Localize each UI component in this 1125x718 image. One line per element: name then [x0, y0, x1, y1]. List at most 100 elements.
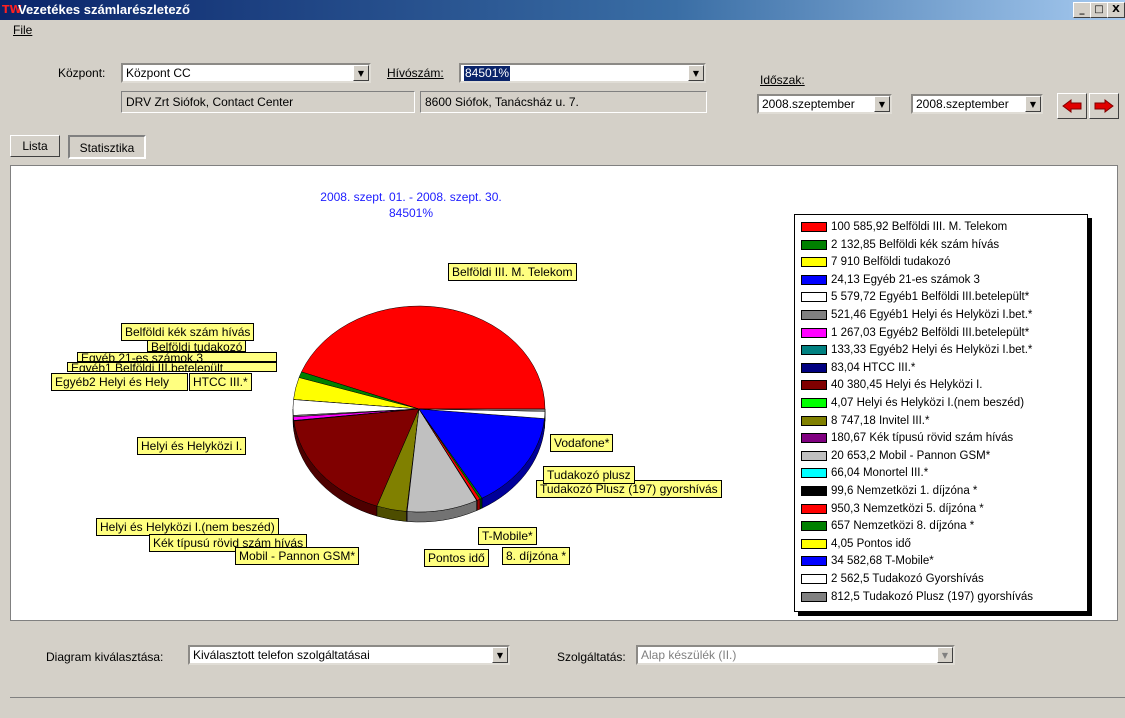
legend-label: 20 653,2 Mobil - Pannon GSM*	[831, 448, 990, 465]
legend-swatch	[801, 574, 827, 584]
legend-label: 133,33 Egyéb2 Helyi és Helyközi I.bet.*	[831, 342, 1032, 359]
company-value: DRV Zrt Siófok, Contact Center	[126, 95, 293, 109]
legend-label: 83,04 HTCC III.*	[831, 360, 915, 377]
diagram-label: Diagram kiválasztása:	[46, 649, 163, 665]
legend-label: 40 380,45 Helyi és Helyközi I.	[831, 377, 983, 394]
pie-chart	[11, 166, 791, 620]
callout-label: Egyéb 21-es számok 3	[77, 352, 277, 362]
callout-label: Vodafone*	[550, 434, 613, 452]
legend-swatch	[801, 257, 827, 267]
legend-swatch	[801, 292, 827, 302]
legend-swatch	[801, 521, 827, 531]
pie-slice-side	[480, 498, 482, 509]
legend-label: 34 582,68 T-Mobile*	[831, 553, 934, 570]
menu-file[interactable]: File	[13, 22, 32, 38]
legend-label: 812,5 Tudakozó Plusz (197) gyorshívás	[831, 589, 1033, 606]
legend-swatch	[801, 328, 827, 338]
legend-label: 521,46 Egyéb1 Helyi és Helyközi I.bet.*	[831, 307, 1032, 324]
callout-label: Belföldi III. M. Telekom	[448, 263, 577, 281]
chevron-down-icon[interactable]: ▼	[874, 96, 890, 112]
legend-label: 5 579,72 Egyéb1 Belföldi III.betelepült*	[831, 289, 1029, 306]
callout-label: Helyi és Helyközi I.	[137, 437, 246, 455]
legend-swatch	[801, 222, 827, 232]
menu-bar: File	[0, 20, 1125, 40]
arrow-right-icon	[1093, 98, 1115, 114]
chevron-down-icon[interactable]: ▼	[1025, 96, 1041, 112]
legend-swatch	[801, 380, 827, 390]
legend-swatch	[801, 398, 827, 408]
address-value: 8600 Siófok, Tanácsház u. 7.	[425, 95, 579, 109]
legend-label: 2 562,5 Tudakozó Gyorshívás	[831, 571, 984, 588]
period-from-select[interactable]: 2008.szeptember ▼	[757, 94, 892, 114]
callout-label: Tudakozó plusz	[543, 466, 635, 484]
legend-label: 2 132,85 Belföldi kék szám hívás	[831, 237, 999, 254]
szolgaltatas-label: Szolgáltatás:	[557, 649, 626, 665]
legend-swatch	[801, 275, 827, 285]
callout-label: Pontos idő	[424, 549, 489, 567]
legend-swatch	[801, 592, 827, 602]
chevron-down-icon[interactable]: ▼	[353, 65, 369, 81]
pie-slice-side	[477, 499, 480, 510]
kozpont-select[interactable]: Központ CC ▼	[121, 63, 371, 83]
hivoszam-label: Hívószám:	[387, 65, 444, 81]
hivoszam-select[interactable]: 84501% ▼	[459, 63, 706, 83]
tab-statisztika[interactable]: Statisztika	[68, 135, 146, 159]
legend-swatch	[801, 556, 827, 566]
diagram-select[interactable]: Kiválasztott telefon szolgáltatásai ▼	[188, 645, 510, 665]
period-to-select[interactable]: 2008.szeptember ▼	[911, 94, 1043, 114]
legend-label: 4,05 Pontos idő	[831, 536, 911, 553]
callout-label: HTCC III.*	[189, 373, 252, 391]
kozpont-label: Központ:	[58, 65, 105, 81]
callout-label: Belföldi kék szám hívás	[121, 323, 254, 341]
legend-swatch	[801, 345, 827, 355]
tab-lista[interactable]: Lista	[10, 135, 60, 157]
legend-swatch	[801, 363, 827, 373]
next-period-button[interactable]	[1089, 93, 1119, 119]
legend-swatch	[801, 539, 827, 549]
callout-label: Egyéb2 Helyi és Hely	[51, 373, 188, 391]
chart-legend: 100 585,92 Belföldi III. M. Telekom2 132…	[794, 214, 1088, 612]
app-logo-icon: TW	[2, 2, 18, 18]
title-bar[interactable]: TW Vezetékes számlarészletező _ □ X	[0, 0, 1125, 20]
idoszak-label: Időszak:	[760, 72, 805, 88]
company-field: DRV Zrt Siófok, Contact Center	[121, 91, 415, 113]
legend-label: 99,6 Nemzetközi 1. díjzóna *	[831, 483, 977, 500]
legend-swatch	[801, 240, 827, 250]
kozpont-value: Központ CC	[126, 66, 191, 81]
chevron-down-icon[interactable]: ▼	[688, 65, 704, 81]
legend-label: 24,13 Egyéb 21-es számok 3	[831, 272, 980, 289]
callout-label: T-Mobile*	[478, 527, 537, 545]
legend-label: 1 267,03 Egyéb2 Belföldi III.betelepült*	[831, 325, 1029, 342]
legend-swatch	[801, 310, 827, 320]
callout-label: Mobil - Pannon GSM*	[235, 547, 359, 565]
legend-label: 657 Nemzetközi 8. díjzóna *	[831, 518, 974, 535]
arrow-left-icon	[1061, 98, 1083, 114]
legend-label: 4,07 Helyi és Helyközi I.(nem beszéd)	[831, 395, 1024, 412]
close-button[interactable]: X	[1107, 2, 1125, 18]
legend-label: 950,3 Nemzetközi 5. díjzóna *	[831, 501, 984, 518]
callout-label: Belföldi tudakozó	[147, 340, 246, 352]
maximize-button[interactable]: □	[1090, 2, 1108, 18]
legend-label: 66,04 Monortel III.*	[831, 465, 928, 482]
legend-label: 100 585,92 Belföldi III. M. Telekom	[831, 219, 1007, 236]
chevron-down-icon[interactable]: ▼	[492, 647, 508, 663]
legend-label: 180,67 Kék típusú rövid szám hívás	[831, 430, 1013, 447]
legend-label: 7 910 Belföldi tudakozó	[831, 254, 951, 271]
legend-swatch	[801, 451, 827, 461]
szolgaltatas-select[interactable]: Alap készülék (II.) ▼	[636, 645, 955, 665]
callout-label: Egyéb1 Belföldi III.betelepült	[67, 362, 277, 372]
window-title: Vezetékes számlarészletező	[18, 2, 190, 18]
chevron-down-icon[interactable]: ▼	[937, 647, 953, 663]
minimize-button[interactable]: _	[1073, 2, 1091, 18]
legend-label: 8 747,18 Invitel III.*	[831, 413, 929, 430]
callout-label: 8. díjzóna *	[502, 547, 570, 565]
chart-panel: 2008. szept. 01. - 2008. szept. 30. 8450…	[10, 165, 1118, 621]
status-bar	[10, 697, 1125, 718]
diagram-value: Kiválasztott telefon szolgáltatásai	[193, 648, 370, 663]
address-field: 8600 Siófok, Tanácsház u. 7.	[420, 91, 707, 113]
legend-swatch	[801, 486, 827, 496]
legend-swatch	[801, 433, 827, 443]
legend-swatch	[801, 504, 827, 514]
period-to-value: 2008.szeptember	[916, 97, 1009, 112]
prev-period-button[interactable]	[1057, 93, 1087, 119]
